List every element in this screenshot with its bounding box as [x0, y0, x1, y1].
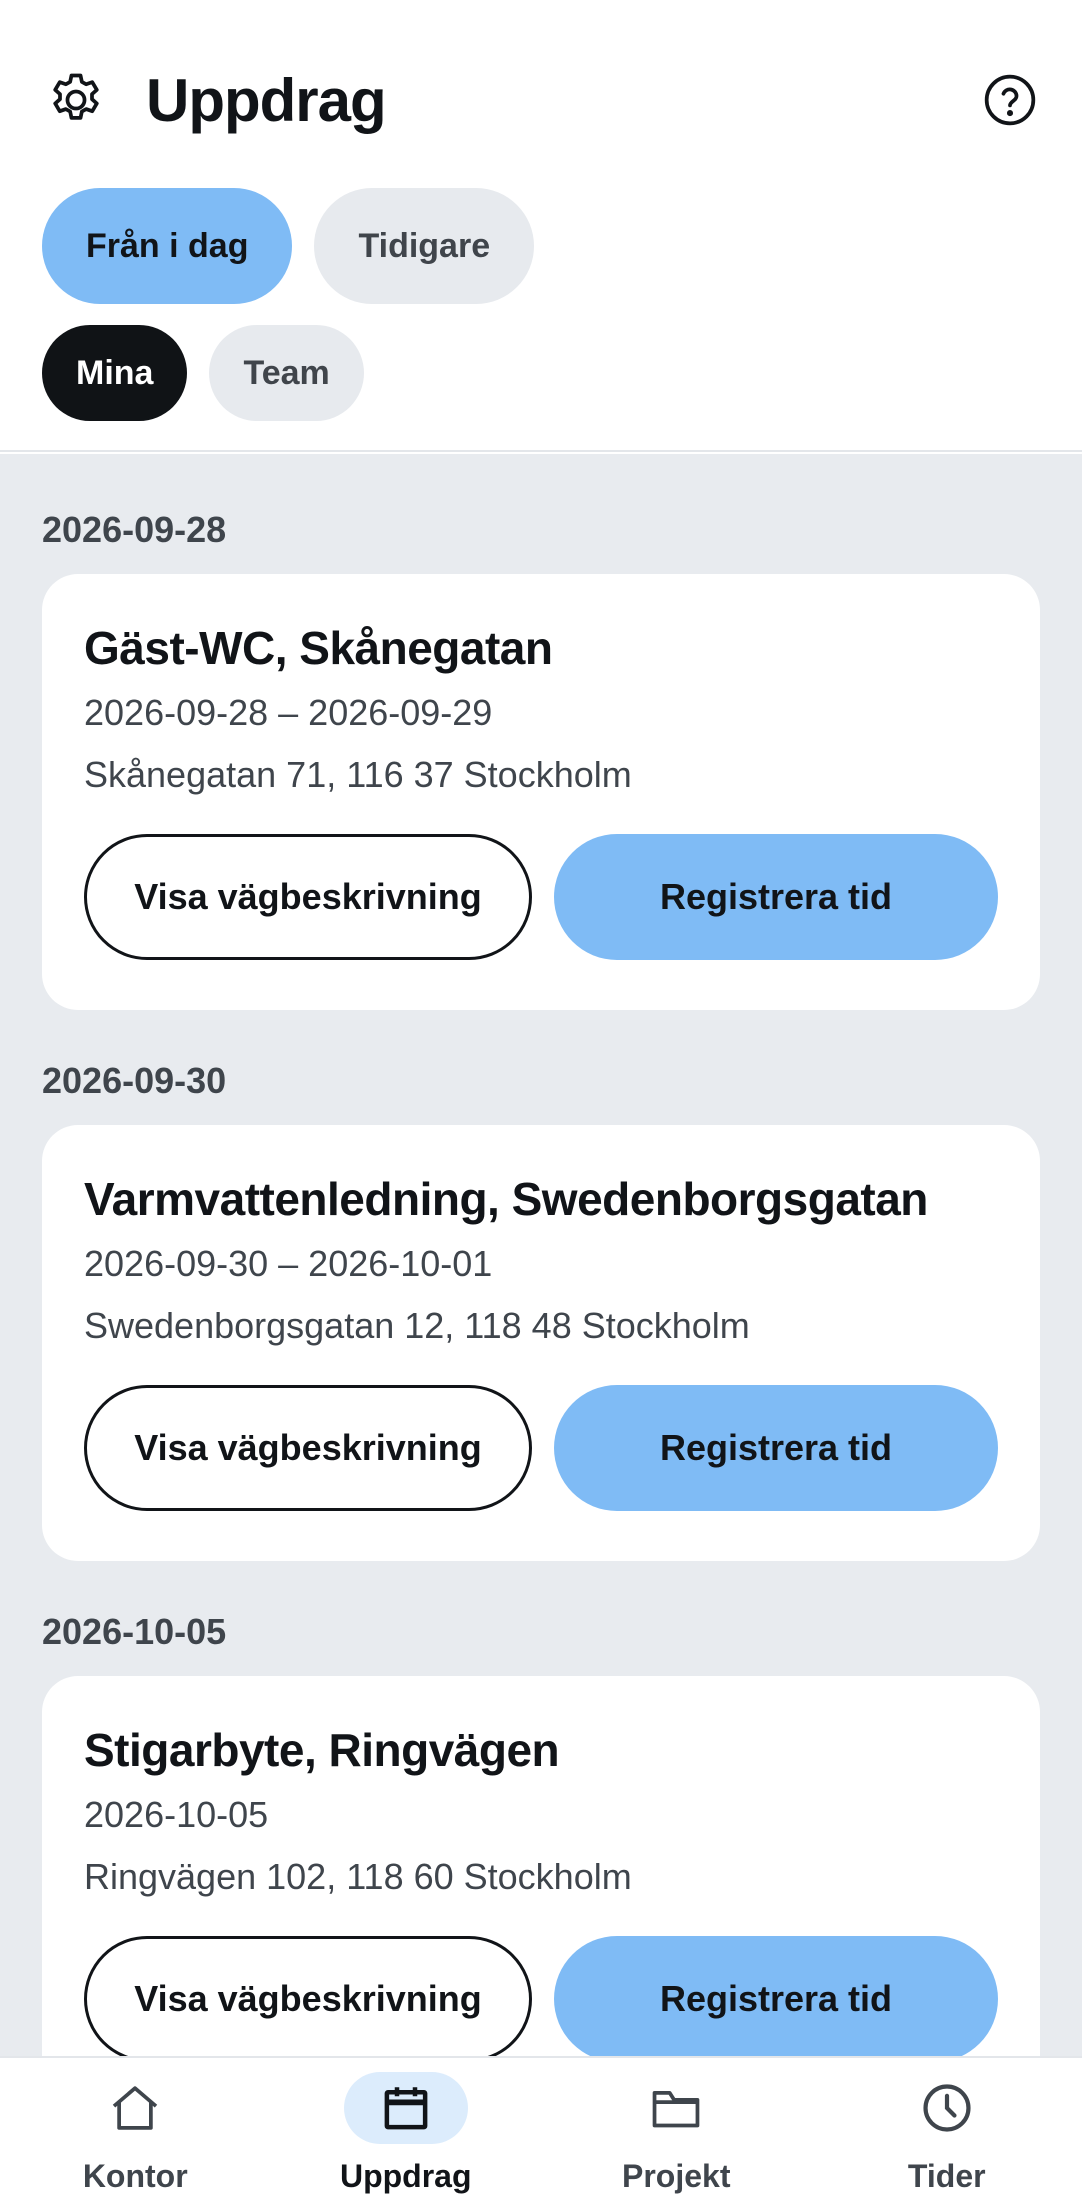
assignment-address: Swedenborgsgatan 12, 118 48 Stockholm — [84, 1305, 750, 1346]
register-time-button[interactable]: Registrera tid — [554, 1385, 998, 1511]
directions-button[interactable]: Visa vägbeskrivning — [84, 1385, 532, 1511]
assignment-address: Skånegatan 71, 116 37 Stockholm — [84, 754, 632, 795]
calendar-icon — [343, 2072, 468, 2144]
tab-label: Projekt — [622, 2158, 731, 2194]
assignment-dates: 2026-09-30 – 2026-10-01 — [84, 1243, 493, 1284]
assignment-dates: 2026-10-05 — [84, 1794, 269, 1835]
assignment-group: 2026-10-05 Stigarbyte, Ringvägen 2026-10… — [42, 1604, 1040, 2056]
tab-kontor[interactable]: Kontor — [0, 2058, 271, 2202]
card-actions: Visa vägbeskrivning Registrera tid — [84, 1385, 998, 1511]
filter-mine[interactable]: Mina — [42, 325, 188, 421]
register-time-button[interactable]: Registrera tid — [554, 834, 998, 960]
card-actions: Visa vägbeskrivning Registrera tid — [84, 834, 998, 960]
tab-label: Tider — [907, 2158, 986, 2194]
group-date: 2026-09-30 — [42, 1060, 227, 1101]
card-actions: Visa vägbeskrivning Registrera tid — [84, 1936, 998, 2056]
group-date: 2026-10-05 — [42, 1611, 227, 1652]
assignment-group: 2026-09-30 Varmvattenledning, Swedenborg… — [42, 1053, 1040, 1561]
home-icon — [73, 2072, 197, 2144]
filter-from-today[interactable]: Från i dag — [42, 188, 293, 304]
tab-projekt[interactable]: Projekt — [541, 2058, 812, 2202]
assignment-dates: 2026-09-28 – 2026-09-29 — [84, 692, 493, 733]
scope-filter: Mina Team — [42, 325, 364, 421]
assignment-title: Stigarbyte, Ringvägen — [84, 1724, 560, 1776]
question-circle-icon[interactable] — [980, 70, 1040, 130]
tab-tider[interactable]: Tider — [812, 2058, 1082, 2202]
bottom-tab-bar: Kontor Uppdrag Projekt Tider — [0, 2056, 1082, 2202]
top-bar: Uppdrag — [42, 62, 1040, 138]
clock-icon — [885, 2072, 1009, 2144]
tab-uppdrag[interactable]: Uppdrag — [271, 2058, 542, 2202]
group-date: 2026-09-28 — [42, 509, 227, 550]
assignment-group: 2026-09-28 Gäst-WC, Skånegatan 2026-09-2… — [42, 502, 1040, 1010]
directions-button[interactable]: Visa vägbeskrivning — [84, 1936, 532, 2056]
folder-icon — [614, 2072, 738, 2144]
directions-button[interactable]: Visa vägbeskrivning — [84, 834, 532, 960]
period-filter: Från i dag Tidigare — [42, 188, 535, 304]
register-time-button[interactable]: Registrera tid — [554, 1936, 998, 2056]
assignment-card[interactable]: Stigarbyte, Ringvägen 2026-10-05 Ringväg… — [42, 1676, 1040, 2056]
page-title: Uppdrag — [146, 66, 387, 134]
app-header: Uppdrag Från i dag Tidigare Mina Team — [0, 0, 1082, 452]
assignment-title: Gäst-WC, Skånegatan — [84, 622, 553, 674]
assignment-title: Varmvattenledning, Swedenborgsgatan — [84, 1173, 928, 1225]
assignment-card[interactable]: Varmvattenledning, Swedenborgsgatan 2026… — [42, 1125, 1040, 1561]
filter-team[interactable]: Team — [209, 325, 364, 421]
filter-earlier[interactable]: Tidigare — [314, 188, 535, 304]
assignment-address: Ringvägen 102, 118 60 Stockholm — [84, 1856, 632, 1897]
tab-label: Kontor — [82, 2158, 188, 2194]
tab-label: Uppdrag — [339, 2158, 472, 2194]
assignment-list[interactable]: 2026-09-28 Gäst-WC, Skånegatan 2026-09-2… — [0, 454, 1082, 2056]
gear-icon[interactable] — [42, 66, 110, 134]
assignment-card[interactable]: Gäst-WC, Skånegatan 2026-09-28 – 2026-09… — [42, 574, 1040, 1010]
